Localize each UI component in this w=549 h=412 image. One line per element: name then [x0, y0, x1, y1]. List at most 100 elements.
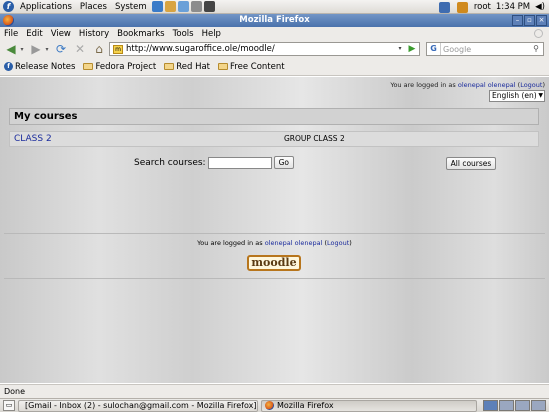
bookmark-label: Red Hat	[176, 61, 211, 72]
back-history-dropdown-icon[interactable]: ▾	[19, 46, 25, 53]
menu-bookmarks[interactable]: Bookmarks	[113, 29, 169, 39]
home-icon[interactable]: ⌂	[91, 42, 107, 56]
forward-icon[interactable]: ▶	[28, 42, 44, 56]
workspace-switcher	[483, 400, 546, 411]
forward-history-dropdown-icon[interactable]: ▾	[44, 46, 50, 53]
web-browser-launcher-icon[interactable]	[151, 1, 163, 12]
user-name: root	[473, 2, 491, 12]
update-notifier-icon[interactable]	[456, 1, 468, 13]
bookmark-label: Release Notes	[15, 61, 76, 72]
screenshot-launcher-icon[interactable]	[190, 1, 202, 12]
task-label: [Gmail - Inbox (2) - sulochan@gmail.com …	[25, 401, 257, 410]
workspace-2[interactable]	[499, 400, 514, 411]
menu-tools[interactable]: Tools	[169, 29, 198, 39]
divider	[4, 233, 545, 234]
volume-icon[interactable]: ◀)	[535, 2, 545, 12]
google-engine-icon[interactable]: G	[427, 43, 441, 55]
window-controls: – ▫ ×	[512, 15, 547, 26]
logout-link[interactable]: Logout	[327, 239, 349, 247]
reload-icon[interactable]: ⟳	[53, 42, 69, 56]
search-courses-label: Search courses:	[134, 157, 206, 168]
terminal-launcher-icon[interactable]	[203, 1, 215, 12]
taskbar-item-firefox[interactable]: Mozilla Firefox	[261, 399, 477, 412]
language-select[interactable]: English (en) ▼	[489, 90, 545, 102]
search-input[interactable]: Google	[443, 45, 471, 54]
fedora-logo-icon[interactable]: f	[3, 1, 14, 12]
bookmark-fedora-project[interactable]: Fedora Project	[79, 62, 160, 72]
search-courses-form: Search courses: Go	[134, 156, 294, 169]
magnifier-icon[interactable]: ⚲	[530, 43, 542, 55]
url-history-dropdown-icon[interactable]: ▾	[395, 44, 405, 54]
menu-history[interactable]: History	[75, 29, 113, 39]
bookmark-release-notes[interactable]: f Release Notes	[0, 62, 79, 72]
window-title: Mozilla Firefox	[239, 15, 310, 25]
maximize-button[interactable]: ▫	[524, 15, 535, 26]
login-info-top: You are logged in as olenepal olenepal (…	[390, 81, 545, 89]
office-launcher-icon[interactable]	[177, 1, 189, 12]
menubar: File Edit View History Bookmarks Tools H…	[0, 27, 549, 40]
bookmarks-toolbar: f Release Notes Fedora Project Red Hat F…	[0, 58, 549, 76]
stop-icon[interactable]: ✕	[72, 42, 88, 56]
show-desktop-icon[interactable]: ▭	[3, 400, 15, 411]
divider	[4, 278, 545, 279]
logout-link[interactable]: Logout	[520, 81, 542, 89]
chevron-down-icon: ▼	[538, 92, 543, 99]
folder-icon	[83, 63, 94, 70]
search-bar[interactable]: G Google ⚲	[426, 42, 544, 56]
bottom-panel: ▭ [Gmail - Inbox (2) - sulochan@gmail.co…	[0, 398, 549, 412]
user-profile-link[interactable]: olenepal olenepal	[458, 81, 516, 89]
menu-file[interactable]: File	[0, 29, 22, 39]
system-menu[interactable]: System	[111, 0, 151, 14]
login-prefix: You are logged in as	[390, 81, 456, 89]
site-favicon-icon: m	[113, 44, 123, 54]
menu-view[interactable]: View	[47, 29, 75, 39]
minimize-button[interactable]: –	[512, 15, 523, 26]
login-info-bottom: You are logged in as olenepal olenepal (…	[0, 239, 549, 247]
firefox-icon	[265, 401, 274, 410]
close-button[interactable]: ×	[536, 15, 547, 26]
places-menu[interactable]: Places	[76, 0, 111, 14]
url-bar[interactable]: m http://www.sugaroffice.ole/moodle/ ▾ ▶	[109, 42, 420, 56]
workspace-4[interactable]	[531, 400, 546, 411]
panel-tray: root 1:34 PM ◀)	[438, 0, 545, 14]
login-prefix: You are logged in as	[197, 239, 263, 247]
menu-edit[interactable]: Edit	[22, 29, 46, 39]
navigation-toolbar: ◀ ▾ ▶ ▾ ⟳ ✕ ⌂ m http://www.sugaroffice.o…	[0, 40, 549, 58]
go-arrow-icon[interactable]: ▶	[406, 43, 418, 55]
workspace-1[interactable]	[483, 400, 498, 411]
url-text[interactable]: http://www.sugaroffice.ole/moodle/	[126, 44, 275, 54]
user-profile-link[interactable]: olenepal olenepal	[265, 239, 323, 247]
fedora-bookmark-icon: f	[4, 62, 13, 71]
all-courses-button[interactable]: All courses	[446, 157, 496, 170]
bookmark-label: Fedora Project	[95, 61, 157, 72]
network-icon[interactable]	[438, 1, 450, 13]
throbber-icon	[534, 29, 543, 38]
back-icon[interactable]: ◀	[3, 42, 19, 56]
applications-menu[interactable]: Applications	[16, 0, 76, 14]
clock[interactable]: 1:34 PM	[496, 2, 530, 12]
email-launcher-icon[interactable]	[164, 1, 176, 12]
page-content: You are logged in as olenepal olenepal (…	[0, 77, 549, 383]
my-courses-heading: My courses	[9, 108, 539, 125]
window-titlebar[interactable]: Mozilla Firefox – ▫ ×	[0, 14, 549, 27]
folder-icon	[218, 63, 229, 70]
search-courses-input[interactable]	[207, 156, 272, 169]
status-bar: Done	[0, 384, 549, 398]
top-panel: f Applications Places System root 1:34 P…	[0, 0, 549, 14]
course-group-label: GROUP CLASS 2	[284, 134, 345, 143]
bookmark-red-hat[interactable]: Red Hat	[160, 62, 214, 72]
firefox-icon[interactable]	[3, 15, 14, 26]
paren-close: )	[349, 239, 352, 247]
moodle-logo[interactable]: moodle	[247, 255, 301, 271]
bookmark-free-content[interactable]: Free Content	[214, 62, 289, 72]
taskbar-item-gmail[interactable]: [Gmail - Inbox (2) - sulochan@gmail.com …	[18, 399, 258, 412]
course-row: CLASS 2 GROUP CLASS 2	[9, 131, 539, 147]
bookmark-label: Free Content	[230, 61, 285, 72]
paren-close: )	[542, 81, 545, 89]
folder-icon	[164, 63, 175, 70]
go-button[interactable]: Go	[273, 156, 294, 169]
workspace-3[interactable]	[515, 400, 530, 411]
course-link[interactable]: CLASS 2	[14, 132, 52, 146]
menu-help[interactable]: Help	[198, 29, 225, 39]
language-value: English (en)	[492, 91, 537, 100]
